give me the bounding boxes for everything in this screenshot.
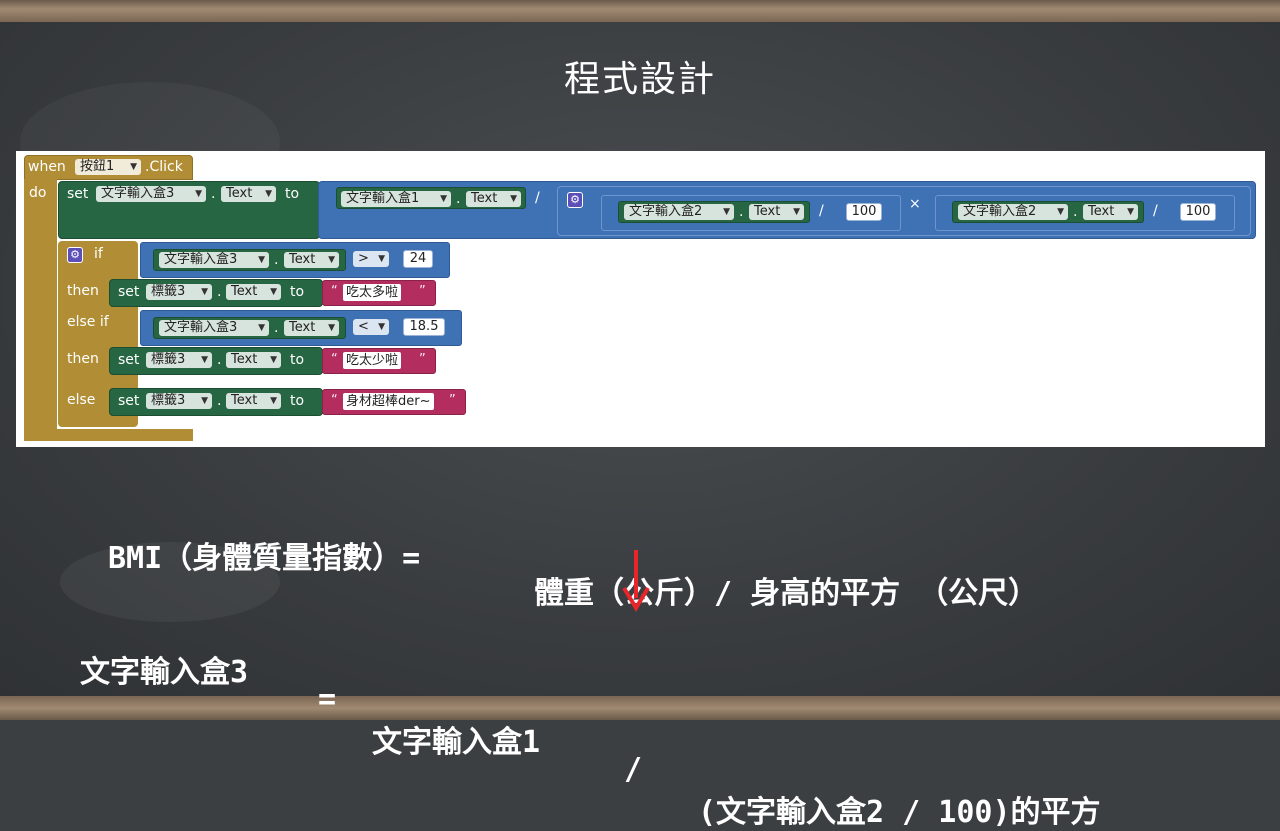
close-quote: ” <box>449 393 456 408</box>
dot-separator: . <box>217 352 222 368</box>
if-keyword: if <box>94 246 103 262</box>
property-dropdown[interactable]: Text ▼ <box>226 284 281 300</box>
component-dropdown[interactable]: 文字輸入盒3 ▼ <box>159 252 269 268</box>
set-keyword: set <box>118 352 140 368</box>
event-block-left-bar <box>24 179 57 441</box>
event-block-bottom <box>24 429 193 441</box>
division-operator: / <box>535 190 540 206</box>
property-dropdown[interactable]: Text ▼ <box>749 204 804 220</box>
component-dropdown[interactable]: 標籤3 ▼ <box>146 352 212 368</box>
number-100-value[interactable]: 100 <box>846 203 882 221</box>
compare-operator-dropdown[interactable]: < ▼ <box>353 319 389 335</box>
to-keyword: to <box>290 284 305 300</box>
division-operator: / <box>1153 203 1158 219</box>
to-keyword: to <box>290 352 305 368</box>
component-dropdown[interactable]: 文字輸入盒2 ▼ <box>958 204 1068 220</box>
open-quote: “ <box>331 284 338 299</box>
component-dropdown[interactable]: 文字輸入盒1 ▼ <box>341 191 451 207</box>
property-dropdown[interactable]: Text ▼ <box>221 186 276 202</box>
formula-division: / <box>624 752 643 787</box>
component-dropdown[interactable]: 文字輸入盒3 ▼ <box>159 320 269 336</box>
number-18-5-value[interactable]: 18.5 <box>403 318 445 336</box>
dot-separator: . <box>739 204 744 220</box>
then-keyword: then <box>67 283 99 299</box>
do-keyword: do <box>29 185 47 201</box>
formula-textbox2-squared: (文字輸入盒2 / 100)的平方 <box>698 795 1101 830</box>
open-quote: “ <box>331 352 338 367</box>
formula-equals: = <box>318 682 337 717</box>
to-keyword: to <box>285 186 300 202</box>
number-24-value[interactable]: 24 <box>403 250 433 268</box>
string-value[interactable]: 吃太少啦 <box>343 352 402 369</box>
component-dropdown[interactable]: 文字輸入盒2 ▼ <box>624 204 734 220</box>
event-component-dropdown[interactable]: 按鈕1 ▼ <box>75 159 141 175</box>
dot-separator: . <box>1073 204 1078 220</box>
set-keyword: set <box>67 186 89 202</box>
dot-separator: . <box>217 393 222 409</box>
component-dropdown[interactable]: 標籤3 ▼ <box>146 284 212 300</box>
component-dropdown[interactable]: 標籤3 ▼ <box>146 393 212 409</box>
else-if-keyword: else if <box>67 314 109 330</box>
then-keyword: then <box>67 351 99 367</box>
open-quote: “ <box>331 393 338 408</box>
close-quote: ” <box>419 352 426 367</box>
slide-title: 程式設計 <box>563 59 716 100</box>
blocks-screenshot-panel: when 按鈕1 ▼ .Click do set 文字輸入盒3 ▼ . Text ▼ … <box>16 151 1265 447</box>
component-dropdown[interactable]: 文字輸入盒3 ▼ <box>96 186 206 202</box>
property-dropdown[interactable]: Text ▼ <box>226 352 281 368</box>
close-quote: ” <box>419 284 426 299</box>
to-keyword: to <box>290 393 305 409</box>
dot-separator: . <box>456 191 461 207</box>
bmi-formula-rhs: 體重（公斤）/ 身高的平方 （公尺） <box>534 576 1039 611</box>
event-name-label: .Click <box>145 159 183 175</box>
chalkboard-frame-top <box>0 0 1280 22</box>
number-100-value[interactable]: 100 <box>1180 203 1216 221</box>
division-operator: / <box>819 203 824 219</box>
property-dropdown[interactable]: Text ▼ <box>284 252 339 268</box>
dot-separator: . <box>211 186 216 202</box>
dot-separator: . <box>274 320 279 336</box>
bmi-formula-lhs: BMI（身體質量指數）= <box>108 541 421 576</box>
app-formula-line: 文字輸入盒3 = 文字輸入盒1 / (文字輸入盒2 / 100)的平方 <box>0 612 1280 830</box>
set-keyword: set <box>118 284 140 300</box>
property-dropdown[interactable]: Text ▼ <box>284 320 339 336</box>
property-dropdown[interactable]: Text ▼ <box>226 393 281 409</box>
multiplication-operator: × <box>909 196 921 212</box>
when-keyword: when <box>28 159 66 175</box>
down-arrow-icon <box>622 550 650 612</box>
formula-textbox1: 文字輸入盒1 <box>372 725 541 760</box>
dot-separator: . <box>274 252 279 268</box>
formula-lhs: 文字輸入盒3 <box>80 655 249 690</box>
string-value[interactable]: 吃太多啦 <box>343 284 402 301</box>
else-keyword: else <box>67 392 96 408</box>
property-dropdown[interactable]: Text ▼ <box>1083 204 1138 220</box>
set-keyword: set <box>118 393 140 409</box>
string-value[interactable]: 身材超棒der~ <box>343 393 434 410</box>
mutator-gear-icon[interactable]: ⚙ <box>567 192 583 208</box>
property-dropdown[interactable]: Text ▼ <box>466 191 521 207</box>
mutator-gear-icon[interactable]: ⚙ <box>67 247 83 263</box>
dot-separator: . <box>217 284 222 300</box>
compare-operator-dropdown[interactable]: > ▼ <box>353 251 389 267</box>
